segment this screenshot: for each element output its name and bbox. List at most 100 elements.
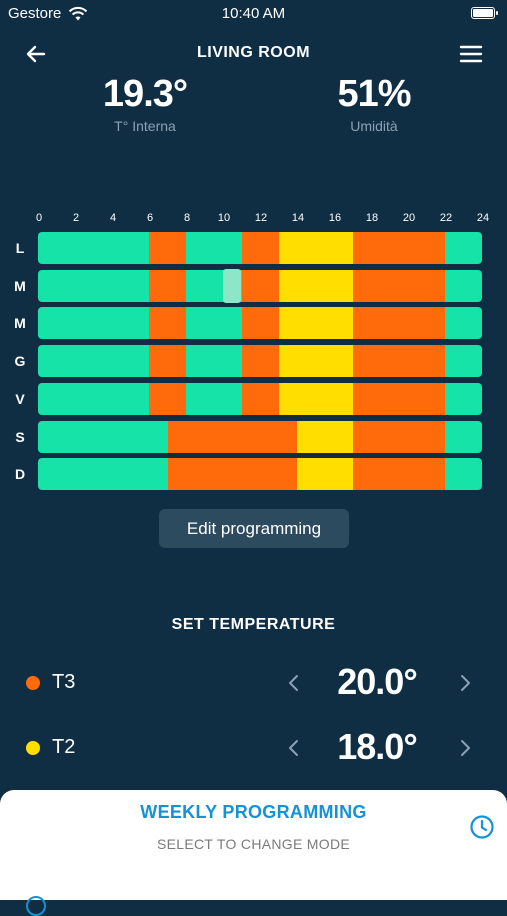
schedule-segment-t3[interactable] (241, 269, 279, 302)
hour-label: 16 (328, 212, 342, 224)
schedule-row[interactable] (38, 307, 482, 340)
day-label: G (14, 353, 26, 370)
chevron-right-icon[interactable] (453, 734, 477, 762)
schedule-segment-t3[interactable] (149, 382, 186, 415)
schedule-row[interactable] (38, 458, 482, 491)
indoor-temperature-reading: 19.3° T° Interna (60, 72, 230, 134)
schedule-segment-t1[interactable] (38, 232, 149, 264)
schedule-row[interactable] (38, 232, 482, 264)
schedule-segment-t2[interactable] (297, 420, 353, 453)
schedule-row[interactable] (38, 345, 482, 378)
clock-time: 10:40 AM (221, 5, 286, 22)
schedule-segment-t3[interactable] (149, 269, 186, 302)
mode-option-indicator[interactable] (26, 896, 46, 916)
schedule-segment-t3[interactable] (352, 307, 445, 340)
schedule-segment-t1[interactable] (38, 458, 168, 491)
schedule-row[interactable] (38, 420, 482, 453)
schedule-segment-t1[interactable] (445, 420, 482, 453)
mode-name: T3 (52, 671, 76, 693)
schedule-segment-t3[interactable] (149, 232, 186, 264)
schedule-segment-t3[interactable] (149, 345, 186, 378)
mode-color-dot (26, 676, 40, 690)
day-label: M (14, 277, 26, 294)
hour-label: 8 (183, 212, 191, 224)
schedule-segment-t1[interactable] (186, 307, 242, 340)
schedule-row[interactable] (38, 382, 482, 415)
temperature-row-t2: T2 18.0° (0, 724, 507, 774)
schedule-segment-t1[interactable] (445, 232, 482, 264)
weekly-programming-title: WEEKLY PROGRAMMING (140, 802, 367, 822)
schedule-segment-t3[interactable] (352, 420, 445, 453)
schedule-segment-t1[interactable] (186, 345, 242, 378)
schedule-segment-t1[interactable] (186, 382, 242, 415)
page-title: LIVING ROOM (196, 44, 311, 61)
schedule-segment-t2[interactable] (278, 382, 353, 415)
schedule-segment-t1[interactable] (445, 307, 482, 340)
day-label: L (15, 240, 25, 256)
schedule-segment-t2[interactable] (278, 307, 353, 340)
hour-label: 20 (402, 212, 416, 224)
bottom-sheet[interactable]: WEEKLY PROGRAMMING SELECT TO CHANGE MODE (0, 790, 507, 916)
schedule-segment-t2[interactable] (278, 345, 353, 378)
day-label: D (14, 466, 26, 483)
set-temperature-title: SET TEMPERATURE (171, 616, 336, 633)
chevron-left-icon[interactable] (282, 669, 306, 697)
schedule-segment-t3[interactable] (241, 232, 279, 264)
mode-name: T2 (52, 736, 76, 758)
schedule-segment-t3[interactable] (167, 420, 297, 453)
schedule-segment-t1[interactable] (38, 345, 149, 378)
humidity-reading: 51% Umidità (289, 72, 459, 134)
hour-label: 2 (72, 212, 80, 224)
hour-label: 0 (35, 212, 43, 224)
schedule-segment-t3[interactable] (241, 307, 279, 340)
indoor-temperature-label: T° Interna (114, 118, 176, 134)
temperature-row-t3: T3 20.0° (0, 659, 507, 709)
schedule-segment-t1[interactable] (38, 382, 149, 415)
schedule-segment-t3[interactable] (352, 269, 445, 302)
day-label: S (15, 428, 25, 445)
schedule-segment-t1[interactable] (38, 420, 168, 453)
temperature-value: 18.0° (337, 726, 417, 767)
chevron-left-icon[interactable] (282, 734, 306, 762)
schedule-segment-t3[interactable] (352, 232, 445, 264)
hour-label: 22 (439, 212, 453, 224)
hamburger-menu-icon[interactable] (457, 40, 485, 68)
schedule-segment-t1[interactable] (186, 232, 242, 264)
schedule-segment-t2[interactable] (278, 269, 353, 302)
hour-label: 10 (217, 212, 231, 224)
schedule-segment-t1[interactable] (445, 382, 482, 415)
indoor-temperature-value: 19.3° (102, 73, 188, 115)
schedule-segment-t3[interactable] (149, 307, 186, 340)
hour-label: 12 (254, 212, 268, 224)
hour-label: 4 (109, 212, 117, 224)
hour-label: 18 (365, 212, 379, 224)
schedule-segment-t3[interactable] (241, 382, 279, 415)
mode-color-dot (26, 741, 40, 755)
hour-label: 14 (291, 212, 305, 224)
schedule-segment-t2[interactable] (278, 232, 353, 264)
schedule-segment-t3[interactable] (352, 458, 445, 491)
day-label: V (15, 390, 25, 407)
hour-axis: 0 2 4 6 8 10 12 14 16 18 20 22 24 (28, 212, 494, 228)
schedule-segment-t2[interactable] (297, 458, 353, 491)
schedule-segment-t1[interactable] (38, 269, 149, 302)
schedule-segment-t3[interactable] (352, 382, 445, 415)
humidity-label: Umidità (350, 118, 398, 134)
schedule-segment-t1[interactable] (445, 458, 482, 491)
hour-label: 24 (476, 212, 490, 224)
schedule-segment-t3[interactable] (167, 458, 297, 491)
schedule-segment-t3[interactable] (241, 345, 279, 378)
humidity-value: 51% (337, 73, 411, 115)
schedule-segment-t3[interactable] (352, 345, 445, 378)
schedule-segment-t1[interactable] (445, 345, 482, 378)
hour-label: 6 (146, 212, 154, 224)
clock-icon[interactable] (469, 814, 495, 840)
edit-programming-button[interactable]: Edit programming (159, 509, 349, 548)
temperature-value: 20.0° (337, 661, 417, 702)
time-cursor-handle[interactable] (223, 268, 241, 303)
schedule-segment-t1[interactable] (445, 269, 482, 302)
chevron-right-icon[interactable] (453, 669, 477, 697)
schedule-segment-t1[interactable] (38, 307, 149, 340)
schedule-row[interactable] (38, 268, 482, 303)
change-mode-hint: SELECT TO CHANGE MODE (156, 836, 350, 852)
